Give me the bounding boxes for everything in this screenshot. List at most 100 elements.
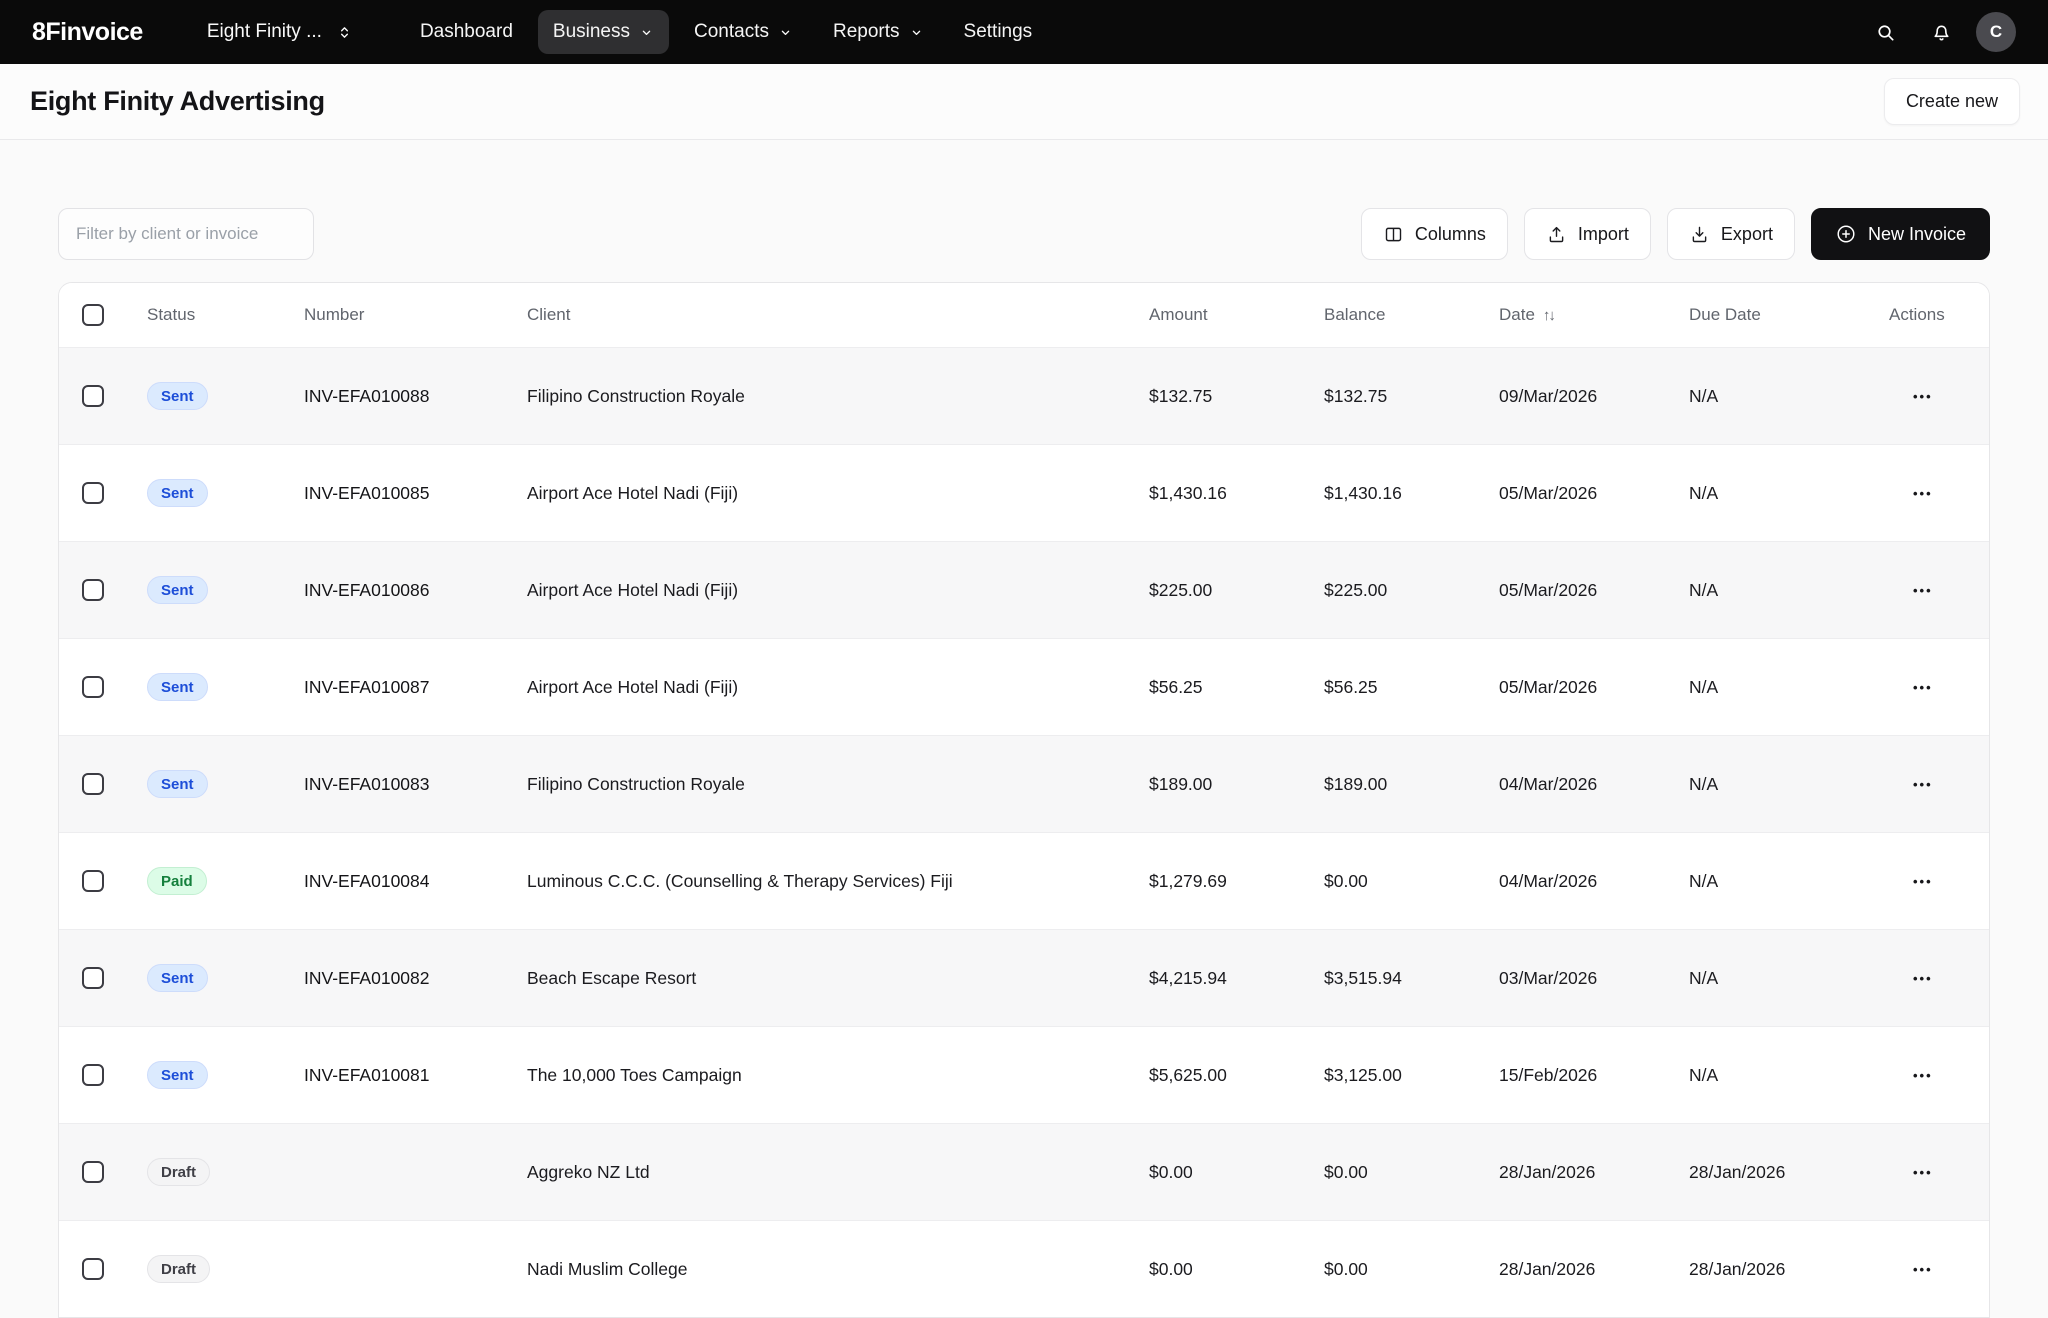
column-header-status[interactable]: Status <box>147 305 304 325</box>
row-actions-button[interactable]: ••• <box>1907 866 1989 897</box>
status-badge: Paid <box>147 867 207 895</box>
table-row[interactable]: SentINV-EFA010088Filipino Construction R… <box>59 347 1989 444</box>
row-actions-button[interactable]: ••• <box>1907 769 1989 800</box>
table-row[interactable]: SentINV-EFA010085Airport Ace Hotel Nadi … <box>59 444 1989 541</box>
due-date-value: 28/Jan/2026 <box>1689 1162 1889 1183</box>
column-header-date[interactable]: Date ↑↓ <box>1499 305 1689 325</box>
date-value: 05/Mar/2026 <box>1499 580 1689 601</box>
row-cell-checkbox <box>59 579 147 601</box>
due-date-value: N/A <box>1689 580 1889 601</box>
row-cell-status: Paid <box>147 867 304 895</box>
row-actions-button[interactable]: ••• <box>1907 963 1989 994</box>
row-checkbox[interactable] <box>82 579 104 601</box>
table-header-row: Status Number Client Amount Balance Date… <box>59 283 1989 347</box>
row-actions-button[interactable]: ••• <box>1907 478 1989 509</box>
row-actions-button[interactable]: ••• <box>1907 1157 1989 1188</box>
row-actions-button[interactable]: ••• <box>1907 575 1989 606</box>
date-value: 05/Mar/2026 <box>1499 677 1689 698</box>
invoice-number: INV-EFA010083 <box>304 774 527 795</box>
status-badge: Sent <box>147 479 208 507</box>
upload-icon <box>1546 224 1567 245</box>
import-button[interactable]: Import <box>1524 208 1651 260</box>
row-checkbox[interactable] <box>82 870 104 892</box>
date-value: 03/Mar/2026 <box>1499 968 1689 989</box>
create-new-button[interactable]: Create new <box>1884 78 2020 125</box>
status-badge: Sent <box>147 770 208 798</box>
row-cell-actions: ••• <box>1889 1157 1989 1188</box>
nav-item-contacts[interactable]: Contacts <box>679 10 808 54</box>
business-switcher-label: Eight Finity ... <box>207 21 322 43</box>
table-row[interactable]: SentINV-EFA010081The 10,000 Toes Campaig… <box>59 1026 1989 1123</box>
nav-item-reports[interactable]: Reports <box>818 10 939 54</box>
row-checkbox[interactable] <box>82 482 104 504</box>
filter-input[interactable] <box>58 208 314 260</box>
row-actions-button[interactable]: ••• <box>1907 381 1989 412</box>
row-checkbox[interactable] <box>82 385 104 407</box>
table-row[interactable]: SentINV-EFA010082Beach Escape Resort$4,2… <box>59 929 1989 1026</box>
download-icon <box>1689 224 1710 245</box>
search-button[interactable] <box>1864 11 1906 53</box>
due-date-value: N/A <box>1689 483 1889 504</box>
column-header-balance[interactable]: Balance <box>1324 305 1499 325</box>
balance-value: $56.25 <box>1324 677 1499 698</box>
row-actions-button[interactable]: ••• <box>1907 1060 1989 1091</box>
row-actions-button[interactable]: ••• <box>1907 672 1989 703</box>
select-all-checkbox[interactable] <box>82 304 104 326</box>
row-cell-checkbox <box>59 1258 147 1280</box>
table-row[interactable]: DraftAggreko NZ Ltd$0.00$0.0028/Jan/2026… <box>59 1123 1989 1220</box>
column-header-amount[interactable]: Amount <box>1149 305 1324 325</box>
amount-value: $132.75 <box>1149 386 1324 407</box>
table-row[interactable]: DraftNadi Muslim College$0.00$0.0028/Jan… <box>59 1220 1989 1317</box>
nav-item-business[interactable]: Business <box>538 10 669 54</box>
notifications-button[interactable] <box>1920 11 1962 53</box>
balance-value: $3,515.94 <box>1324 968 1499 989</box>
date-value: 28/Jan/2026 <box>1499 1259 1689 1280</box>
row-checkbox[interactable] <box>82 967 104 989</box>
table-row[interactable]: Sent INV-EFA010083Filipino Construction R… <box>59 735 1989 832</box>
sort-arrows-icon: ↑↓ <box>1543 307 1554 324</box>
table-row[interactable]: SentINV-EFA010086Airport Ace Hotel Nadi … <box>59 541 1989 638</box>
table-row[interactable]: SentINV-EFA010087Airport Ace Hotel Nadi … <box>59 638 1989 735</box>
column-header-due-date[interactable]: Due Date <box>1689 305 1889 325</box>
due-date-value: N/A <box>1689 774 1889 795</box>
row-checkbox[interactable] <box>82 1161 104 1183</box>
row-checkbox[interactable] <box>82 1258 104 1280</box>
user-avatar[interactable]: C <box>1976 12 2016 52</box>
nav-item-dashboard[interactable]: Dashboard <box>405 10 528 54</box>
due-date-value: 28/Jan/2026 <box>1689 1259 1889 1280</box>
row-cell-checkbox <box>59 870 147 892</box>
balance-value: $225.00 <box>1324 580 1499 601</box>
row-checkbox[interactable] <box>82 676 104 698</box>
due-date-value: N/A <box>1689 677 1889 698</box>
status-badge: Sent <box>147 964 208 992</box>
columns-button[interactable]: Columns <box>1361 208 1508 260</box>
invoice-table-body: SentINV-EFA010088Filipino Construction R… <box>59 347 1989 1317</box>
table-row[interactable]: PaidINV-EFA010084Luminous C.C.C. (Counse… <box>59 832 1989 929</box>
row-cell-actions: ••• <box>1889 381 1989 412</box>
amount-value: $189.00 <box>1149 774 1324 795</box>
chevron-down-icon <box>778 25 793 40</box>
invoice-number: INV-EFA010085 <box>304 483 527 504</box>
status-badge: Sent <box>147 1061 208 1089</box>
column-header-number[interactable]: Number <box>304 305 527 325</box>
plus-circle-icon <box>1835 223 1857 245</box>
status-badge: Draft <box>147 1158 210 1186</box>
row-cell-actions: ••• <box>1889 672 1989 703</box>
new-invoice-button[interactable]: New Invoice <box>1811 208 1990 260</box>
client-name: Filipino Construction Royale <box>527 774 1149 795</box>
business-switcher[interactable]: Eight Finity ... <box>207 21 353 43</box>
row-checkbox[interactable] <box>82 773 104 795</box>
nav-item-settings[interactable]: Settings <box>949 10 1048 54</box>
row-cell-status: Sent <box>147 1061 304 1089</box>
column-header-client[interactable]: Client <box>527 305 1149 325</box>
export-button[interactable]: Export <box>1667 208 1795 260</box>
balance-value: $1,430.16 <box>1324 483 1499 504</box>
row-checkbox[interactable] <box>82 1064 104 1086</box>
invoice-number: INV-EFA010084 <box>304 871 527 892</box>
amount-value: $5,625.00 <box>1149 1065 1324 1086</box>
row-cell-checkbox <box>59 676 147 698</box>
row-cell-status: Sent <box>147 964 304 992</box>
row-actions-button[interactable]: ••• <box>1907 1254 1989 1285</box>
due-date-value: N/A <box>1689 968 1889 989</box>
invoice-number: INV-EFA010086 <box>304 580 527 601</box>
